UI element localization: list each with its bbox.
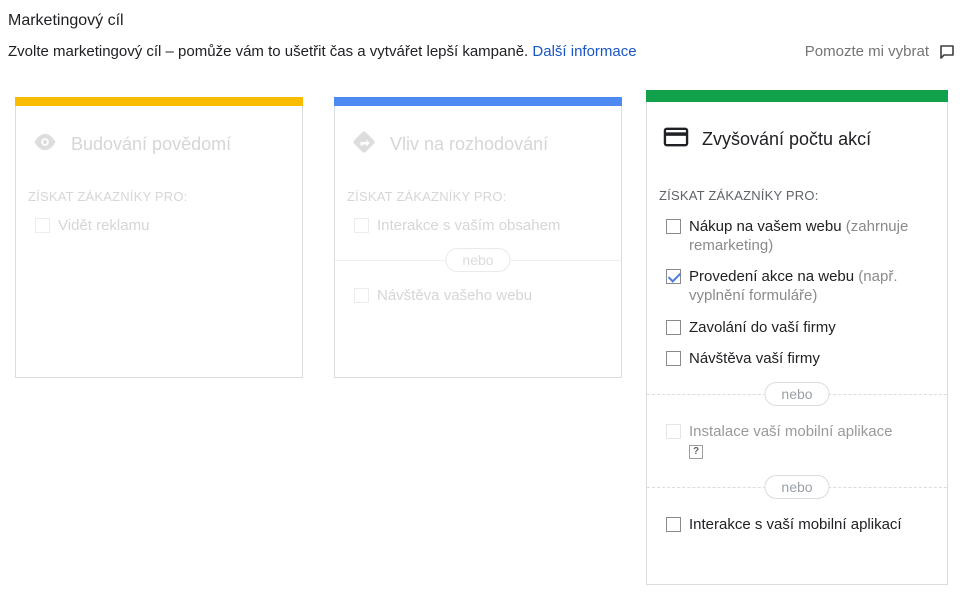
checkbox[interactable] xyxy=(666,320,681,335)
feedback-icon xyxy=(939,44,955,60)
goal-card-awareness[interactable]: Budování povědomí ZÍSKAT ZÁKAZNÍKY PRO: … xyxy=(15,97,303,378)
option-label: Nákup na vašem webu (zahrnuje remarketin… xyxy=(689,217,939,255)
checkbox[interactable] xyxy=(35,218,50,233)
option-app-install[interactable]: Instalace vaší mobilní aplikace ? xyxy=(666,422,892,459)
checkbox[interactable] xyxy=(666,351,681,366)
checkbox[interactable] xyxy=(666,517,681,532)
option-label: Vidět reklamu xyxy=(58,217,150,234)
page-subtitle: Zvolte marketingový cíl – pomůže vám to … xyxy=(8,43,637,60)
option-visit-website[interactable]: Návštěva vašeho webu xyxy=(354,286,532,305)
help-me-choose-label: Pomozte mi vybrat xyxy=(804,43,929,60)
or-separator-2: nebo xyxy=(647,475,947,499)
option-website-purchase[interactable]: Nákup na vašem webu (zahrnuje remarketin… xyxy=(666,217,939,255)
checkbox-checked[interactable] xyxy=(666,269,681,284)
help-icon[interactable]: ? xyxy=(689,445,703,459)
page-title: Marketingový cíl xyxy=(8,12,124,29)
option-label: Návštěva vaší firmy xyxy=(689,350,820,367)
option-text: Provedení akce na webu xyxy=(689,268,855,285)
option-website-action[interactable]: Provedení akce na webu (např. vyplnění f… xyxy=(666,267,929,305)
section-label: ZÍSKAT ZÁKAZNÍKY PRO: xyxy=(347,189,507,204)
card-title: Zvyšování počtu akcí xyxy=(702,129,872,149)
directions-icon xyxy=(350,128,378,161)
more-info-link[interactable]: Další informace xyxy=(532,43,636,60)
option-label: Návštěva vašeho webu xyxy=(377,287,533,304)
checkbox[interactable] xyxy=(666,219,681,234)
option-label-wrap: Instalace vaší mobilní aplikace ? xyxy=(689,422,892,459)
or-separator: nebo xyxy=(647,382,947,406)
option-app-engagement[interactable]: Interakce s vaší mobilní aplikací xyxy=(666,515,902,534)
or-separator: nebo xyxy=(335,248,621,272)
option-see-ad[interactable]: Vidět reklamu xyxy=(35,216,149,235)
option-label: Interakce s vaší mobilní aplikací xyxy=(689,516,902,533)
checkbox[interactable] xyxy=(354,288,369,303)
option-store-visit[interactable]: Návštěva vaší firmy xyxy=(666,349,820,368)
subtitle-text: Zvolte marketingový cíl – pomůže vám to … xyxy=(8,43,529,60)
option-label: Interakce s vaším obsahem xyxy=(377,217,561,234)
option-label: Provedení akce na webu (např. vyplnění f… xyxy=(689,267,929,305)
section-label: ZÍSKAT ZÁKAZNÍKY PRO: xyxy=(659,188,819,203)
eye-icon xyxy=(31,128,59,161)
option-engage-content[interactable]: Interakce s vaším obsahem xyxy=(354,216,560,235)
card-title: Budování povědomí xyxy=(71,134,232,154)
card-accent-bar xyxy=(646,90,948,102)
or-label: nebo xyxy=(445,248,511,272)
card-accent-bar xyxy=(15,97,303,106)
credit-card-icon xyxy=(662,123,690,156)
option-text: Nákup na vašem webu xyxy=(689,218,842,235)
goal-card-action[interactable]: Zvyšování počtu akcí ZÍSKAT ZÁKAZNÍKY PR… xyxy=(646,90,948,585)
goal-card-consideration[interactable]: Vliv na rozhodování ZÍSKAT ZÁKAZNÍKY PRO… xyxy=(334,97,622,378)
help-me-choose-button[interactable]: Pomozte mi vybrat xyxy=(805,43,955,60)
card-title: Vliv na rozhodování xyxy=(390,134,549,154)
checkbox-disabled[interactable] xyxy=(666,424,681,439)
option-phone-call[interactable]: Zavolání do vaší firmy xyxy=(666,318,836,337)
or-label: nebo xyxy=(764,382,830,406)
or-label: nebo xyxy=(764,475,830,499)
checkbox[interactable] xyxy=(354,218,369,233)
option-label: Instalace vaší mobilní aplikace xyxy=(689,423,893,440)
card-accent-bar xyxy=(334,97,622,106)
section-label: ZÍSKAT ZÁKAZNÍKY PRO: xyxy=(28,189,188,204)
option-label: Zavolání do vaší firmy xyxy=(689,319,836,336)
